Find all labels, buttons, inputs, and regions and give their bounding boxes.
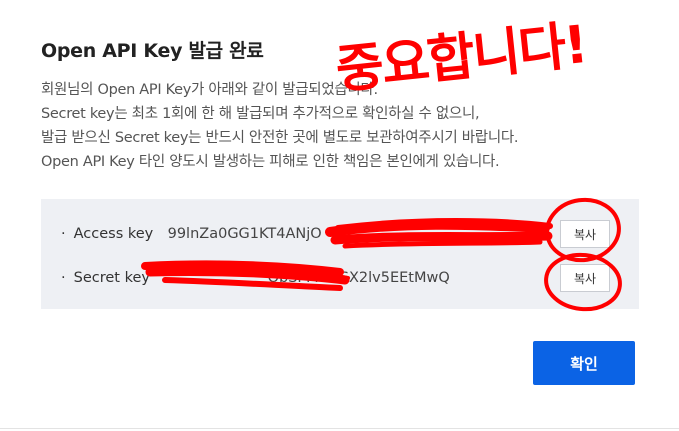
- api-key-dialog: Open API Key 발급 완료 회원님의 Open API Key가 아래…: [0, 0, 679, 431]
- description-line: 회원님의 Open API Key가 아래와 같이 발급되었습니다.: [41, 82, 378, 98]
- copy-access-key-button[interactable]: 복사: [560, 220, 610, 248]
- description-line: Secret key는 최초 1회에 한 해 발급되며 추가적으로 확인하실 수…: [41, 106, 480, 122]
- key-info-box: · Access key 99lnZa0GG1KT4ANjO · Secret …: [41, 199, 639, 309]
- description-line: 발급 받으신 Secret key는 반드시 안전한 곳에 별도로 보관하여주시…: [41, 130, 519, 146]
- access-key-label: Access key: [73, 226, 154, 242]
- secret-key-row: · Secret key ObSPMw1SX2lv5EEtMwQ: [61, 263, 450, 293]
- access-key-value[interactable]: 99lnZa0GG1KT4ANjO: [168, 226, 322, 242]
- dialog-description: 회원님의 Open API Key가 아래와 같이 발급되었습니다. Secre…: [41, 78, 641, 174]
- secret-key-label: Secret key: [73, 270, 150, 286]
- description-line: Open API Key 타인 양도시 발생하는 피해로 인한 책임은 본인에게…: [41, 154, 500, 170]
- bullet: ·: [61, 270, 66, 286]
- secret-key-value[interactable]: ObSPMw1SX2lv5EEtMwQ: [268, 270, 450, 286]
- confirm-button[interactable]: 확인: [533, 341, 635, 385]
- divider: [0, 428, 679, 429]
- copy-secret-key-button[interactable]: 복사: [560, 264, 610, 292]
- bullet: ·: [61, 226, 66, 242]
- access-key-row: · Access key 99lnZa0GG1KT4ANjO: [61, 219, 322, 249]
- dialog-title: Open API Key 발급 완료: [41, 40, 264, 62]
